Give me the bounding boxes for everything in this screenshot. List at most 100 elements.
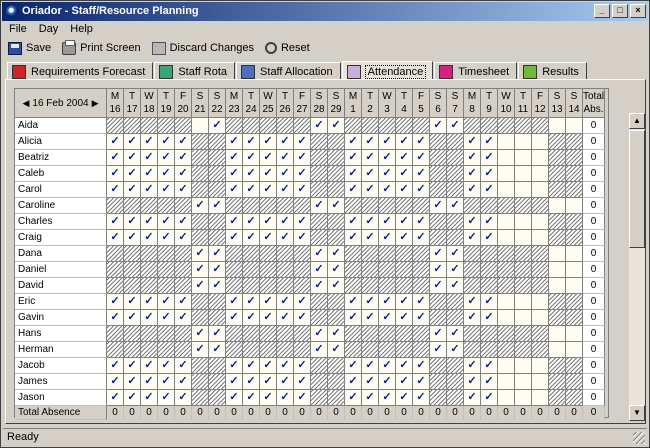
attendance-cell[interactable]: ✓ (175, 358, 192, 374)
staff-name[interactable]: Hans (15, 326, 107, 342)
attendance-cell[interactable] (498, 134, 515, 150)
attendance-cell[interactable]: ✓ (175, 294, 192, 310)
attendance-cell[interactable]: ✓ (260, 230, 277, 246)
staff-name[interactable]: Jason (15, 390, 107, 406)
attendance-cell[interactable]: ✓ (481, 294, 498, 310)
attendance-cell[interactable]: ✓ (379, 390, 396, 406)
attendance-cell[interactable]: ✓ (413, 214, 430, 230)
attendance-cell[interactable]: ✓ (158, 310, 175, 326)
attendance-cell[interactable]: ✓ (413, 166, 430, 182)
attendance-cell[interactable] (532, 150, 549, 166)
attendance-cell[interactable]: ✓ (464, 374, 481, 390)
attendance-cell[interactable] (498, 230, 515, 246)
attendance-cell[interactable]: ✓ (209, 278, 226, 294)
attendance-cell[interactable] (515, 310, 532, 326)
attendance-cell[interactable] (515, 150, 532, 166)
attendance-cell[interactable] (515, 358, 532, 374)
attendance-cell[interactable]: ✓ (362, 150, 379, 166)
attendance-cell[interactable]: ✓ (226, 166, 243, 182)
attendance-cell[interactable] (498, 182, 515, 198)
attendance-cell[interactable]: ✓ (124, 294, 141, 310)
attendance-cell[interactable]: ✓ (141, 374, 158, 390)
attendance-cell[interactable]: ✓ (345, 230, 362, 246)
attendance-cell[interactable] (532, 166, 549, 182)
attendance-cell[interactable]: ✓ (311, 246, 328, 262)
attendance-cell[interactable]: ✓ (243, 310, 260, 326)
attendance-cell[interactable]: ✓ (328, 326, 345, 342)
attendance-cell[interactable]: ✓ (158, 390, 175, 406)
attendance-cell[interactable]: ✓ (226, 358, 243, 374)
attendance-cell[interactable]: ✓ (396, 294, 413, 310)
attendance-cell[interactable] (566, 198, 583, 214)
attendance-cell[interactable] (498, 166, 515, 182)
attendance-cell[interactable]: ✓ (107, 166, 124, 182)
attendance-cell[interactable]: ✓ (294, 182, 311, 198)
attendance-cell[interactable]: ✓ (464, 166, 481, 182)
vertical-scrollbar[interactable]: ▲ ▼ (629, 113, 645, 421)
attendance-cell[interactable]: ✓ (362, 134, 379, 150)
attendance-cell[interactable]: ✓ (396, 150, 413, 166)
attendance-cell[interactable]: ✓ (175, 310, 192, 326)
staff-name[interactable]: David (15, 278, 107, 294)
attendance-cell[interactable]: ✓ (277, 166, 294, 182)
attendance-cell[interactable]: ✓ (141, 358, 158, 374)
staff-name[interactable]: Carol (15, 182, 107, 198)
attendance-cell[interactable]: ✓ (413, 230, 430, 246)
attendance-cell[interactable]: ✓ (107, 358, 124, 374)
attendance-cell[interactable]: ✓ (294, 310, 311, 326)
attendance-cell[interactable]: ✓ (243, 182, 260, 198)
attendance-cell[interactable]: ✓ (294, 294, 311, 310)
attendance-cell[interactable]: ✓ (413, 310, 430, 326)
scrollbar-thumb[interactable] (629, 130, 645, 248)
attendance-cell[interactable] (498, 150, 515, 166)
attendance-cell[interactable]: ✓ (311, 262, 328, 278)
attendance-cell[interactable]: ✓ (175, 214, 192, 230)
attendance-cell[interactable]: ✓ (379, 166, 396, 182)
attendance-cell[interactable]: ✓ (260, 166, 277, 182)
attendance-cell[interactable] (498, 358, 515, 374)
attendance-cell[interactable]: ✓ (243, 150, 260, 166)
attendance-cell[interactable]: ✓ (124, 214, 141, 230)
staff-name[interactable]: Craig (15, 230, 107, 246)
attendance-cell[interactable]: ✓ (362, 358, 379, 374)
discard-changes-button[interactable]: Discard Changes (149, 39, 262, 57)
attendance-cell[interactable]: ✓ (192, 262, 209, 278)
attendance-cell[interactable]: ✓ (294, 150, 311, 166)
attendance-cell[interactable]: ✓ (175, 374, 192, 390)
attendance-cell[interactable]: ✓ (447, 262, 464, 278)
attendance-cell[interactable]: ✓ (464, 230, 481, 246)
scroll-up-icon[interactable]: ▲ (629, 113, 645, 129)
attendance-cell[interactable] (498, 294, 515, 310)
attendance-cell[interactable]: ✓ (158, 294, 175, 310)
attendance-cell[interactable]: ✓ (464, 150, 481, 166)
attendance-cell[interactable]: ✓ (294, 230, 311, 246)
tab-attendance[interactable]: Attendance (341, 61, 434, 81)
attendance-cell[interactable]: ✓ (413, 390, 430, 406)
menu-day[interactable]: Day (33, 21, 65, 37)
attendance-cell[interactable]: ✓ (175, 150, 192, 166)
tab-timesheet[interactable]: Timesheet (434, 62, 518, 80)
attendance-cell[interactable]: ✓ (379, 294, 396, 310)
attendance-cell[interactable]: ✓ (413, 134, 430, 150)
attendance-cell[interactable]: ✓ (260, 214, 277, 230)
attendance-cell[interactable]: ✓ (379, 214, 396, 230)
attendance-cell[interactable]: ✓ (379, 230, 396, 246)
attendance-cell[interactable] (515, 374, 532, 390)
attendance-cell[interactable]: ✓ (107, 230, 124, 246)
attendance-cell[interactable]: ✓ (396, 374, 413, 390)
attendance-cell[interactable]: ✓ (464, 134, 481, 150)
attendance-cell[interactable]: ✓ (209, 246, 226, 262)
attendance-cell[interactable]: ✓ (175, 166, 192, 182)
attendance-cell[interactable]: ✓ (464, 182, 481, 198)
attendance-cell[interactable]: ✓ (481, 150, 498, 166)
staff-name[interactable]: James (15, 374, 107, 390)
minimize-button[interactable]: _ (594, 4, 610, 18)
attendance-cell[interactable]: ✓ (124, 358, 141, 374)
attendance-cell[interactable] (192, 118, 209, 134)
attendance-cell[interactable]: ✓ (379, 182, 396, 198)
attendance-cell[interactable]: ✓ (124, 182, 141, 198)
attendance-cell[interactable]: ✓ (447, 278, 464, 294)
attendance-cell[interactable]: ✓ (243, 230, 260, 246)
attendance-cell[interactable]: ✓ (226, 182, 243, 198)
attendance-cell[interactable]: ✓ (209, 198, 226, 214)
